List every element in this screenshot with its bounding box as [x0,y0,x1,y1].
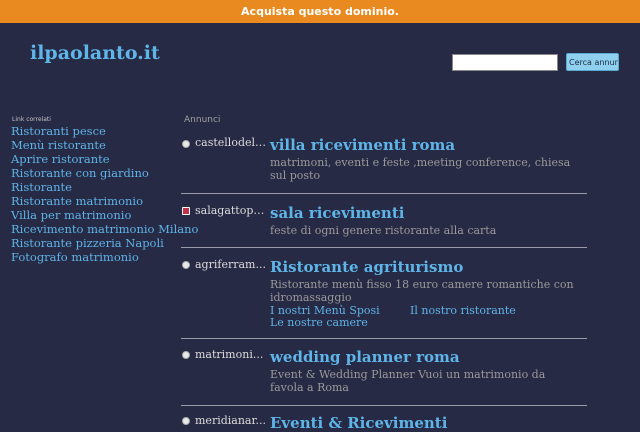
ad-domain: meridianar... [195,414,267,427]
ad-divider [181,405,587,406]
ad-domain: matrimoni... [195,348,264,361]
ad-description: feste di ogni genere ristorante alla car… [270,224,497,237]
ad-divider [181,338,587,339]
ad-domain: salagattopa... [195,204,269,217]
ad-description: matrimoni, eventi e feste ,meeting confe… [270,156,571,182]
ad-description: Event & Wedding Planner Vuoi un matrimon… [270,368,546,394]
site-title[interactable]: ilpaolanto.it [30,42,160,64]
related-link[interactable]: Villa per matrimonio [11,208,181,222]
ad-title-link[interactable]: villa ricevimenti roma [270,136,455,154]
search-input[interactable] [452,54,558,71]
ad-title-link[interactable]: Eventi & Ricevimenti [270,414,447,432]
ad-sitelinks: I nostri Menù Sposi Il nostro ristorante … [270,305,580,329]
related-link[interactable]: Fotografo matrimonio [11,250,181,264]
related-link[interactable]: Ristoranti pesce [11,124,181,138]
ad-divider [181,247,587,248]
globe-icon [182,140,190,148]
ad-divider [181,193,587,194]
globe-icon [182,351,190,359]
globe-icon [182,261,190,269]
ad-domain: agriferram... [195,258,266,271]
related-link[interactable]: Aprire ristorante [11,152,181,166]
ad-domain: castellodell... [195,136,269,149]
related-links-heading: Link correlati [12,116,51,123]
related-link[interactable]: Ricevimento matrimonio Milano [11,222,198,236]
ad-title-link[interactable]: Ristorante agriturismo [270,258,463,276]
related-link[interactable]: Ristorante pizzeria Napoli [11,236,181,250]
related-link[interactable]: Menù ristorante [11,138,181,152]
ad-title-link[interactable]: wedding planner roma [270,348,460,366]
ad-title-link[interactable]: sala ricevimenti [270,204,404,222]
related-link[interactable]: Ristorante con giardino [11,166,181,180]
ads-heading: Annunci [184,115,221,125]
related-link[interactable]: Ristorante matrimonio [11,194,181,208]
site-favicon-icon [182,207,190,215]
related-link[interactable]: Ristorante [11,180,181,194]
related-links-list: Ristoranti pesce Menù ristorante Aprire … [11,124,198,264]
buy-domain-banner: Acquista questo dominio. [0,0,640,23]
globe-icon [182,417,190,425]
ad-sitelink[interactable]: Le nostre camere [270,317,368,329]
ad-sitelink[interactable]: Il nostro ristorante [410,305,516,317]
ad-description: Ristorante menù fisso 18 euro camere rom… [270,278,574,304]
search-button[interactable]: Cerca annunci [566,53,619,71]
buy-domain-link[interactable]: Acquista questo dominio. [241,5,399,18]
